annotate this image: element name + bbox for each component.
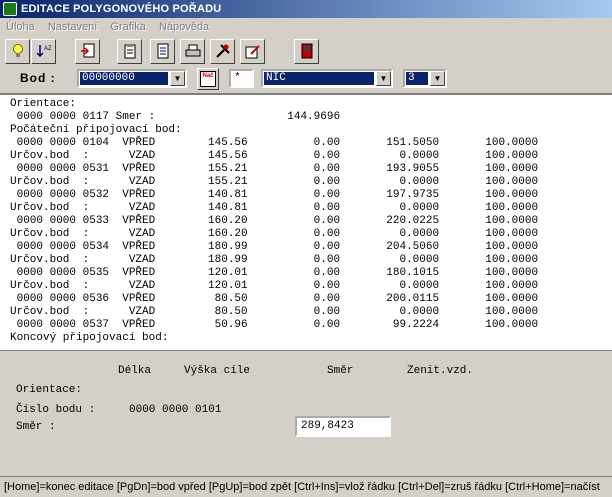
listing-row: 0000 0000 0535 VPŘED 120.01 0.00 180.101… xyxy=(10,267,539,279)
num-value: 3 xyxy=(406,72,428,85)
tools-button[interactable] xyxy=(210,39,235,64)
listing-row: Počáteční připojovací bod: xyxy=(10,124,182,136)
title-bar: EDITACE POLYGONOVÉHO POŘADU xyxy=(0,0,612,18)
listing-row: Koncový připojovací bod: xyxy=(10,332,169,344)
smer-input[interactable]: 289,8423 xyxy=(295,416,391,437)
chevron-down-icon[interactable]: ▼ xyxy=(376,71,391,86)
chevron-down-icon[interactable]: ▼ xyxy=(430,71,445,86)
traverse-listing[interactable]: Orientace: 0000 0000 0117 Smer : 144.969… xyxy=(0,93,612,351)
star-input[interactable]: * xyxy=(229,69,254,88)
cislo-bodu-value: 0000 0000 0101 xyxy=(129,404,222,416)
cislo-bodu-label: Číslo bodu : xyxy=(16,404,96,416)
menu-item-napoveda[interactable]: Nápověda xyxy=(154,19,214,36)
menu-item-grafika[interactable]: Grafika xyxy=(105,19,150,36)
sort-button[interactable]: AZ xyxy=(31,39,56,64)
nac-icon: Nač xyxy=(200,71,216,87)
page-button[interactable] xyxy=(150,39,175,64)
entry-panel: Délka Výška cíle Směr Zenit.vzd. Orienta… xyxy=(0,353,612,473)
edit-button[interactable] xyxy=(240,39,265,64)
doc-arrow-button[interactable] xyxy=(75,39,100,64)
bod-combobox[interactable]: 00000000 ▼ xyxy=(77,69,187,88)
exit-door-icon xyxy=(301,43,312,59)
col-header-zenit: Zenit.vzd. xyxy=(407,365,474,377)
chevron-down-icon[interactable]: ▼ xyxy=(170,71,185,86)
print-button[interactable] xyxy=(180,39,205,64)
sort-icon: AZ xyxy=(35,45,52,58)
listing-row: 0000 0000 0536 VPŘED 80.50 0.00 200.0115… xyxy=(10,293,539,305)
exit-button[interactable] xyxy=(294,39,319,64)
code-combobox[interactable]: NIC ▼ xyxy=(261,69,393,88)
menu-bar: Úloha Nastavení Grafika Nápověda xyxy=(0,19,612,36)
page-icon xyxy=(157,43,168,59)
lightbulb-icon xyxy=(12,44,23,58)
edit-icon xyxy=(245,45,260,59)
listing-row: Určov.bod : VZAD 145.56 0.00 0.0000 100.… xyxy=(10,150,539,162)
col-header-vyska: Výška cíle xyxy=(184,365,251,377)
menu-item-nastaveni[interactable]: Nastavení xyxy=(43,19,103,36)
orientace-label: Orientace: xyxy=(16,384,83,396)
tools-icon xyxy=(215,44,230,58)
svg-text:AZ: AZ xyxy=(44,46,52,52)
app-icon xyxy=(3,2,17,16)
lightbulb-button[interactable] xyxy=(5,39,30,64)
num-combobox[interactable]: 3 ▼ xyxy=(403,69,447,88)
listing-row: 0000 0000 0534 VPŘED 180.99 0.00 204.506… xyxy=(10,241,539,253)
menu-item-uloha[interactable]: Úloha xyxy=(0,19,40,36)
toolbar: AZ xyxy=(0,37,612,67)
printer-icon xyxy=(185,44,200,57)
listing-row: 0000 0000 0533 VPŘED 160.20 0.00 220.022… xyxy=(10,215,539,227)
clipboard-icon xyxy=(124,44,135,59)
listing-body: Orientace: 0000 0000 0117 Smer : 144.969… xyxy=(10,98,538,345)
doc-arrow-icon xyxy=(80,43,94,58)
col-header-smer: Směr xyxy=(327,365,354,377)
listing-row: Určov.bod : VZAD 180.99 0.00 0.0000 100.… xyxy=(10,254,539,266)
col-header-delka: Délka xyxy=(118,365,152,377)
clipboard-button[interactable] xyxy=(117,39,142,64)
filter-bar: Bod : 00000000 ▼ Nač * NIC ▼ 3 ▼ xyxy=(0,68,612,92)
listing-row: Určov.bod : VZAD 120.01 0.00 0.0000 100.… xyxy=(10,280,539,292)
listing-row: 0000 0000 0104 VPŘED 145.56 0.00 151.505… xyxy=(10,137,539,149)
listing-row: Určov.bod : VZAD 160.20 0.00 0.0000 100.… xyxy=(10,228,539,240)
status-bar: [Home]=konec editace [PgDn]=bod vpřed [P… xyxy=(0,476,612,497)
listing-row: Určov.bod : VZAD 140.81 0.00 0.0000 100.… xyxy=(10,202,539,214)
code-value: NIC xyxy=(264,72,374,85)
smer-label: Směr : xyxy=(16,421,56,433)
nac-button[interactable]: Nač xyxy=(197,68,219,90)
listing-row: Orientace: xyxy=(10,98,77,110)
bod-label: Bod : xyxy=(20,71,56,85)
listing-row: Určov.bod : VZAD 155.21 0.00 0.0000 100.… xyxy=(10,176,539,188)
listing-row: 0000 0000 0117 Smer : 144.9696 xyxy=(10,111,341,123)
window-title: EDITACE POLYGONOVÉHO POŘADU xyxy=(21,3,222,15)
listing-row: 0000 0000 0531 VPŘED 155.21 0.00 193.905… xyxy=(10,163,539,175)
listing-row: 0000 0000 0532 VPŘED 140.81 0.00 197.973… xyxy=(10,189,539,201)
bod-value: 00000000 xyxy=(80,72,168,85)
listing-row: Určov.bod : VZAD 80.50 0.00 0.0000 100.0… xyxy=(10,306,539,318)
listing-row: 0000 0000 0537 VPŘED 50.96 0.00 99.2224 … xyxy=(10,319,539,331)
